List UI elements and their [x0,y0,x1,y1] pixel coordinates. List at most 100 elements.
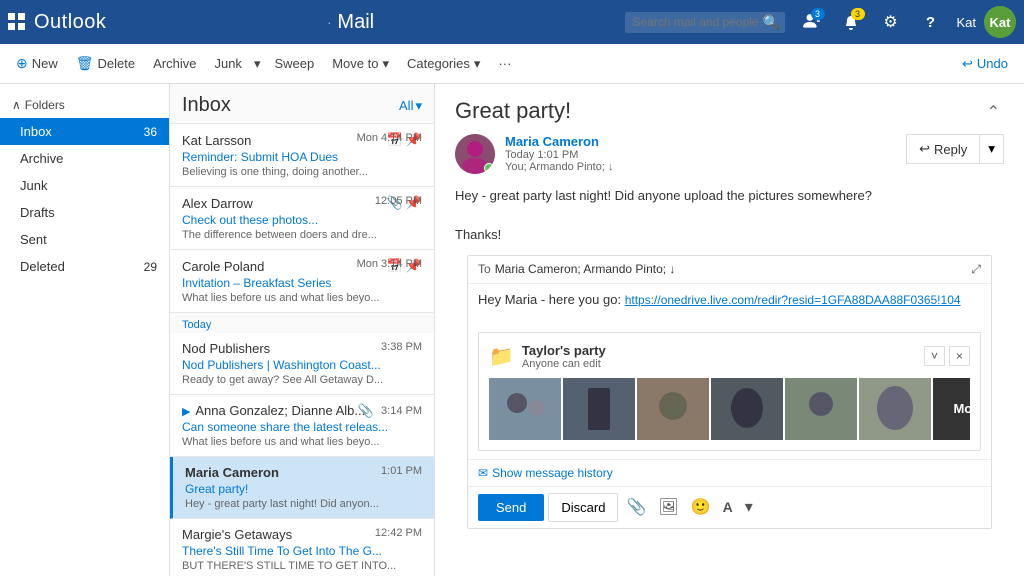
settings-icon-btn[interactable]: ⚙ [873,4,909,40]
compose-body-text: Hey Maria - here you go: [478,292,625,307]
archive-label: Archive [153,56,196,71]
sweep-button[interactable]: Sweep [266,52,322,75]
show-history-label: Show message history [492,466,613,480]
email-subject: Reminder: Submit HOA Dues [182,150,422,164]
font-tool-icon[interactable]: A [719,495,737,519]
folders-chevron: ∧ [12,98,21,112]
folder-icon: 📁 [489,344,514,369]
more-label: More [953,401,970,416]
help-icon-btn[interactable]: ? [913,4,949,40]
forward-arrow-icon: ▶ [182,406,190,418]
attachment-close-button[interactable]: × [949,346,970,366]
archive-button[interactable]: Archive [145,52,204,75]
deleted-count: 29 [144,260,157,274]
categories-button[interactable]: Categories ▾ [399,52,488,76]
search-icon[interactable]: 🔍 [763,14,780,31]
search-input[interactable] [633,15,763,29]
app-grid-icon[interactable] [8,13,26,31]
attachment-info: Taylor's party Anyone can edit [522,343,606,370]
attachment-tool-icon[interactable]: 📎 [622,493,650,521]
photo-thumb[interactable] [859,378,931,440]
people-icon-btn[interactable]: 3 [793,4,829,40]
email-item[interactable]: Kat Larsson 📅 📌 Mon 4:14 PM Reminder: Su… [170,124,434,187]
email-item[interactable]: Carole Poland 📅 📌 Mon 3:14 PM Invitation… [170,250,434,313]
sidebar-item-sent[interactable]: Sent [0,226,169,253]
inbox-count: 36 [144,125,157,139]
photo-thumb[interactable] [785,378,857,440]
email-subject: Great party! [185,482,422,496]
more-photos-button[interactable]: More [933,378,970,440]
topbar: Outlook · Mail 🔍 3 3 ⚙ ? Kat Kat [0,0,1024,44]
attachment-chevron-button[interactable]: ˅ [924,346,945,366]
more-options-button[interactable]: ··· [490,52,519,75]
sidebar-item-deleted[interactable]: Deleted 29 [0,253,169,280]
photo-thumb[interactable] [489,378,561,440]
settings-icon: ⚙ [883,12,897,32]
email-item[interactable]: Maria Cameron 1:01 PM Great party! Hey -… [170,457,434,519]
sidebar-folders-header[interactable]: ∧ Folders [0,92,169,118]
undo-button[interactable]: ↩ Undo [954,52,1016,76]
user-avatar[interactable]: Kat [984,6,1016,38]
sidebar-item-drafts[interactable]: Drafts [0,199,169,226]
bell-icon-btn[interactable]: 3 [833,4,869,40]
email-content-header: Great party! ⌃ [435,84,1024,134]
reply-icon: ↩ [919,141,930,157]
email-item[interactable]: ▶ Anna Gonzalez; Dianne Alb... 📎 3:14 PM… [170,395,434,457]
attachment-header: 📁 Taylor's party Anyone can edit ˅ × [489,343,970,370]
sidebar-item-inbox[interactable]: Inbox 36 [0,118,169,145]
svg-text:Kat: Kat [990,15,1012,30]
main-layout: ∧ Folders Inbox 36 Archive Junk Drafts S… [0,84,1024,576]
sidebar-item-archive[interactable]: Archive [0,145,169,172]
filter-chevron: ▾ [415,98,422,114]
filter-label: All [399,98,413,113]
email-item[interactable]: Alex Darrow 📎 📌 12:05 PM Check out these… [170,187,434,250]
email-time: 1:01 PM [381,465,422,477]
expand-compose-icon[interactable]: ⤢ [971,262,981,277]
email-item[interactable]: Nod Publishers 3:38 PM Nod Publishers | … [170,333,434,395]
collapse-button[interactable]: ⌃ [983,98,1004,126]
junk-dropdown[interactable]: ▾ [252,52,265,76]
app-type: Mail [337,11,624,34]
compose-to-row: To Maria Cameron; Armando Pinto; ↓ ⤢ [468,256,991,284]
compose-body-row[interactable]: Hey Maria - here you go: https://onedriv… [468,284,991,324]
discard-button[interactable]: Discard [548,493,618,522]
new-button[interactable]: ⊕ New [8,51,66,76]
more-tools-chevron[interactable]: ▾ [741,493,757,521]
junk-label: Junk [20,178,157,193]
onedrive-link[interactable]: https://onedrive.live.com/redir?resid=1G… [625,293,961,307]
junk-button[interactable]: Junk [206,52,249,75]
send-toolbar: Send Discard 📎 🖼 🙂 A ▾ [468,486,991,528]
sender-avatar [455,134,495,174]
email-item[interactable]: Margie's Getaways 12:42 PM There's Still… [170,519,434,576]
show-history-button[interactable]: ✉ Show message history [468,459,991,486]
undo-label: Undo [977,56,1008,71]
sender-name: Maria Cameron [505,134,906,149]
email-list-filter[interactable]: All ▾ [399,98,422,114]
photo-thumb[interactable] [711,378,783,440]
move-to-button[interactable]: Move to ▾ [324,52,397,76]
photo-strip: More [489,378,970,440]
email-list-title: Inbox [182,94,231,117]
attachment-card: 📁 Taylor's party Anyone can edit ˅ × [478,332,981,451]
photo-thumb[interactable] [563,378,635,440]
delete-icon: 🗑 [76,55,94,72]
sweep-label: Sweep [274,56,314,71]
undo-icon: ↩ [962,56,973,72]
email-body-text: Hey - great party last night! Did anyone… [455,186,1004,245]
attachment-subtitle: Anyone can edit [522,358,606,370]
junk-label: Junk [214,56,241,71]
email-time: Mon 4:14 PM [357,132,422,144]
sidebar: ∧ Folders Inbox 36 Archive Junk Drafts S… [0,84,170,576]
sent-label: Sent [20,232,157,247]
sidebar-item-junk[interactable]: Junk [0,172,169,199]
reply-button[interactable]: ↩ Reply [906,134,980,164]
discard-label: Discard [561,500,605,515]
image-tool-icon[interactable]: 🖼 [654,493,682,521]
emoji-tool-icon[interactable]: 🙂 [687,493,715,521]
email-preview: Hey - great party last night! Did anyon.… [185,498,422,510]
compose-area: To Maria Cameron; Armando Pinto; ↓ ⤢ Hey… [467,255,992,529]
send-button[interactable]: Send [478,494,544,521]
photo-thumb[interactable] [637,378,709,440]
delete-button[interactable]: 🗑 Delete [68,51,143,76]
reply-dropdown-button[interactable]: ▾ [980,134,1004,164]
